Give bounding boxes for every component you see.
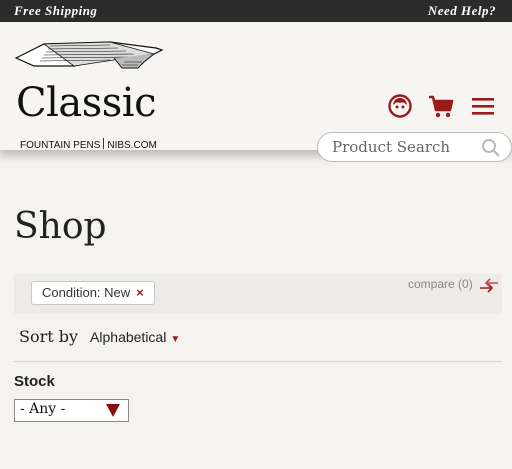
tagline-separator bbox=[103, 138, 105, 149]
tagline-right: NIBS.COM bbox=[107, 140, 157, 151]
sort-label: Sort by bbox=[19, 327, 79, 346]
page-title: Shop bbox=[14, 206, 107, 247]
cart-icon bbox=[429, 95, 454, 118]
filter-chip-label: Condition: New bbox=[42, 285, 131, 300]
search-input[interactable] bbox=[332, 137, 472, 157]
hamburger-menu-icon bbox=[472, 98, 494, 115]
free-shipping-text: Free Shipping bbox=[14, 3, 98, 18]
site-logo[interactable]: Classic FOUNTAIN PENS NIBS.COM bbox=[14, 36, 164, 151]
logo-tagline: FOUNTAIN PENS NIBS.COM bbox=[20, 138, 157, 151]
cart-button[interactable] bbox=[428, 94, 454, 118]
need-help-link[interactable]: Need Help? bbox=[428, 3, 496, 19]
compare-arrows-icon[interactable] bbox=[478, 278, 500, 294]
stock-select-value: - Any - bbox=[20, 401, 66, 417]
filter-chip-condition[interactable]: Condition: New × bbox=[31, 281, 155, 305]
stock-filter-label: Stock bbox=[14, 373, 55, 390]
account-button[interactable] bbox=[388, 94, 412, 118]
product-search[interactable] bbox=[317, 132, 512, 162]
dropdown-arrow-icon bbox=[106, 404, 120, 417]
search-icon[interactable] bbox=[481, 138, 501, 158]
site-header: Classic FOUNTAIN PENS NIBS.COM bbox=[0, 22, 512, 162]
fountain-pen-nib-icon bbox=[14, 41, 164, 69]
sort-caret-icon[interactable]: ▼ bbox=[170, 334, 180, 345]
menu-button[interactable] bbox=[472, 97, 494, 115]
stock-select[interactable]: - Any - bbox=[14, 399, 129, 422]
tagline-left: FOUNTAIN PENS bbox=[20, 140, 101, 151]
compare-link[interactable]: compare (0) bbox=[408, 277, 473, 291]
account-icon bbox=[388, 94, 412, 118]
remove-filter-icon[interactable]: × bbox=[136, 285, 144, 300]
section-divider bbox=[14, 361, 502, 362]
active-filters-bar: Condition: New × compare (0) bbox=[14, 274, 502, 314]
sort-dropdown[interactable]: Alphabetical bbox=[90, 329, 166, 345]
logo-wordmark: Classic bbox=[16, 80, 157, 126]
sort-control: Sort by Alphabetical ▼ bbox=[19, 327, 180, 347]
top-announcement-bar: Free Shipping Need Help? bbox=[0, 0, 512, 22]
